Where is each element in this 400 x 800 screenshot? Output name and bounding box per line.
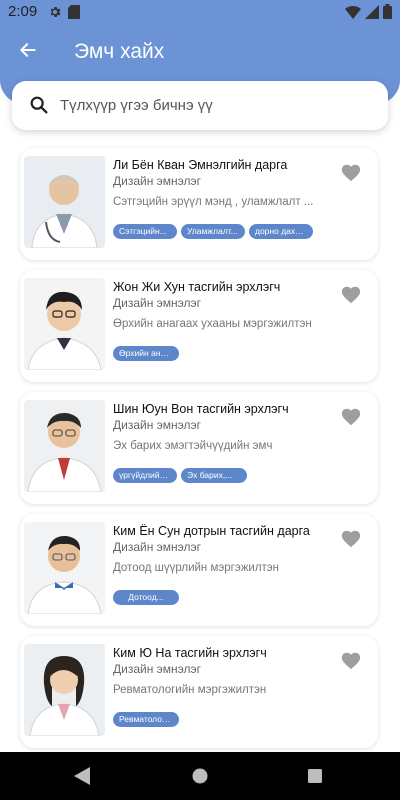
specialty-tag[interactable]: Ревматологий... xyxy=(113,712,179,727)
doctor-hospital: Дизайн эмнэлэг xyxy=(113,418,202,432)
favorite-button[interactable] xyxy=(340,284,364,308)
doctor-photo xyxy=(24,278,105,370)
doctor-name: Ким Ю На тасгийн эрхлэгч xyxy=(113,646,267,660)
specialty-tag[interactable]: Дотоод... xyxy=(113,590,179,605)
status-bar: 2:09 xyxy=(0,0,400,24)
specialty-tag[interactable]: дорно дахины... xyxy=(249,224,313,239)
doctor-name: Жон Жи Хун тасгийн эрхлэгч xyxy=(113,280,281,294)
favorite-button[interactable] xyxy=(340,406,364,430)
doctor-name: Ким Ён Сун дотрын тасгийн дарга xyxy=(113,524,310,538)
doctor-description: Сэтгэцийн эрүүл мэнд , уламжлалт ... xyxy=(113,196,314,208)
doctor-hospital: Дизайн эмнэлэг xyxy=(113,296,202,310)
specialty-tag[interactable]: Өрхийн анагаа... xyxy=(113,346,179,361)
back-button[interactable] xyxy=(14,38,42,66)
doctor-photo xyxy=(24,522,105,614)
doctor-name: Ли Бён Кван Эмнэлгийн дарга xyxy=(113,158,288,172)
specialty-tag[interactable]: Эх барих,... xyxy=(181,468,247,483)
doctor-photo xyxy=(24,400,105,492)
tag-row: Өрхийн анагаа... xyxy=(113,346,179,361)
search-input[interactable] xyxy=(60,92,370,118)
doctor-card[interactable]: Жон Жи Хун тасгийн эрхлэгч Дизайн эмнэлэ… xyxy=(20,270,378,382)
doctor-card[interactable]: Ким Ён Сун дотрын тасгийн дарга Дизайн э… xyxy=(20,514,378,626)
heart-icon xyxy=(340,408,362,432)
heart-icon xyxy=(340,652,362,676)
signal-icon xyxy=(365,4,379,24)
search-icon xyxy=(28,94,50,121)
nav-back-icon[interactable] xyxy=(74,767,90,790)
doctor-hospital: Дизайн эмнэлэг xyxy=(113,174,202,188)
doctor-description: Эх барих эмэгтэйчүүдийн эмч xyxy=(113,440,273,452)
doctor-photo xyxy=(24,156,105,248)
tag-row: Ревматологий... xyxy=(113,712,179,727)
tag-row: Дотоод... xyxy=(113,590,179,605)
doctor-hospital: Дизайн эмнэлэг xyxy=(113,540,202,554)
doctor-card[interactable]: Ким Ю На тасгийн эрхлэгч Дизайн эмнэлэг … xyxy=(20,636,378,748)
heart-icon xyxy=(340,286,362,310)
doctor-description: Дотоод шүүрлийн мэргэжилтэн xyxy=(113,562,280,574)
system-nav-bar xyxy=(0,752,400,800)
specialty-tag[interactable]: Уламжлалт... xyxy=(181,224,245,239)
nav-home-icon[interactable] xyxy=(192,768,208,789)
nav-recent-apps-icon[interactable] xyxy=(308,769,322,788)
sd-card-icon xyxy=(68,5,80,24)
doctor-name: Шин Юун Вон тасгийн эрхлэгч xyxy=(113,402,289,416)
search-box[interactable] xyxy=(12,81,388,130)
doctor-card[interactable]: Шин Юун Вон тасгийн эрхлэгч Дизайн эмнэл… xyxy=(20,392,378,504)
favorite-button[interactable] xyxy=(340,162,364,186)
specialty-tag[interactable]: Сэтгэцийн... xyxy=(113,224,177,239)
tag-row: Сэтгэцийн... Уламжлалт... дорно дахины..… xyxy=(113,224,313,239)
doctor-description: Өрхийн анагаах ухааны мэргэжилтэн xyxy=(113,318,312,330)
specialty-tag[interactable]: үргүйдлийн төв xyxy=(113,468,177,483)
doctor-hospital: Дизайн эмнэлэг xyxy=(113,662,202,676)
favorite-button[interactable] xyxy=(340,528,364,552)
heart-icon xyxy=(340,530,362,554)
heart-icon xyxy=(340,164,362,188)
arrow-left-icon xyxy=(18,40,38,65)
wifi-icon xyxy=(345,5,361,24)
page-title: Эмч хайх xyxy=(74,40,165,63)
doctor-description: Ревматологийн мэргэжилтэн xyxy=(113,684,267,696)
battery-icon xyxy=(383,4,392,24)
status-time: 2:09 xyxy=(8,3,38,20)
doctor-card[interactable]: Ли Бён Кван Эмнэлгийн дарга Дизайн эмнэл… xyxy=(20,148,378,260)
favorite-button[interactable] xyxy=(340,650,364,674)
gear-icon xyxy=(48,5,62,24)
doctor-photo xyxy=(24,644,105,736)
doctor-list: Ли Бён Кван Эмнэлгийн дарга Дизайн эмнэл… xyxy=(0,144,400,752)
tag-row: үргүйдлийн төв Эх барих,... xyxy=(113,468,247,483)
